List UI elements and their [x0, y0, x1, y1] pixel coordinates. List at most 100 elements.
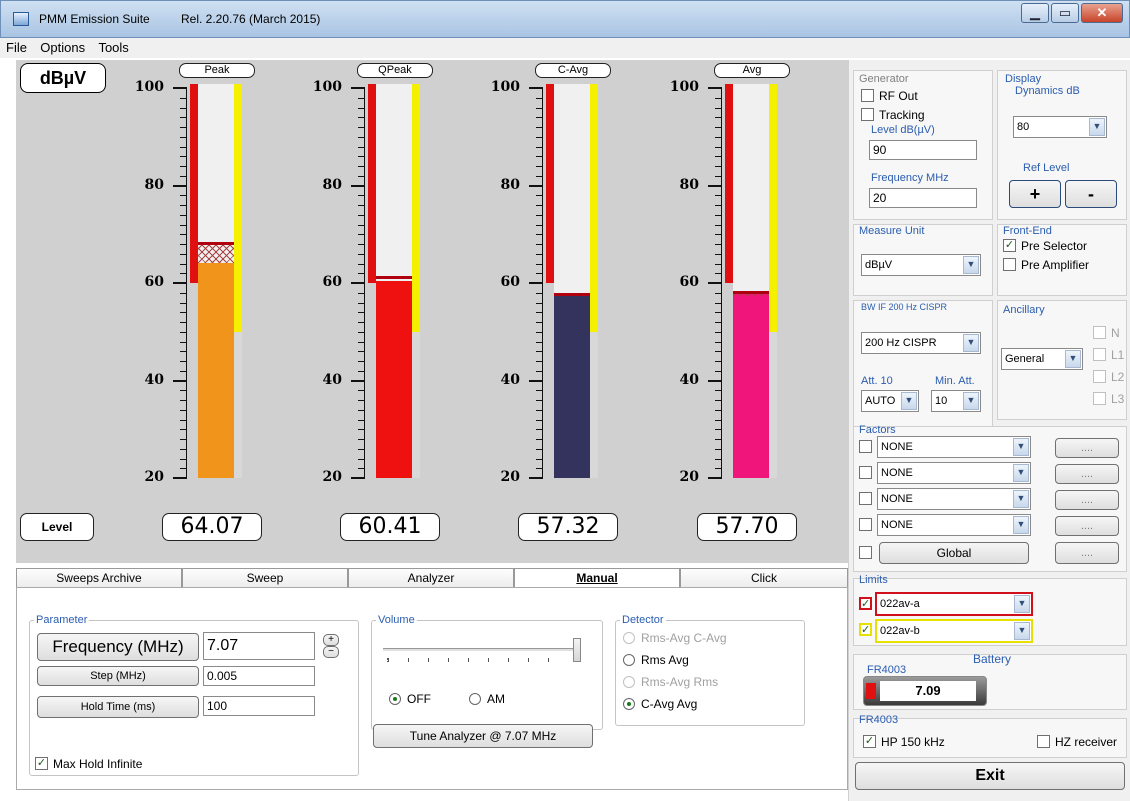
pre-amplifier-checkbox[interactable]	[1003, 258, 1016, 271]
ref-level-plus-button[interactable]: +	[1009, 180, 1061, 208]
menu-tools[interactable]: Tools	[94, 38, 132, 57]
minor-tick-1	[358, 458, 365, 460]
volume-off-radio[interactable]	[389, 693, 401, 705]
red-limit-strip-2	[546, 84, 554, 283]
value-display-2: 57.32	[518, 513, 618, 541]
detector-label-0[interactable]: Peak	[179, 63, 255, 78]
frequency-button[interactable]: Frequency (MHz)	[37, 633, 199, 661]
pre-selector-checkbox[interactable]: ✓	[1003, 239, 1016, 252]
limit-a-select[interactable]: 022av-a ▼	[875, 592, 1033, 616]
minor-tick-2	[536, 195, 543, 197]
att-title: Att. 10	[861, 375, 893, 387]
ref-level-minus-button[interactable]: -	[1065, 180, 1117, 208]
frequency-input[interactable]: 7.07	[203, 632, 315, 660]
att-value: AUTO	[865, 395, 896, 407]
gen-level-input[interactable]: 90	[869, 140, 977, 160]
factor-dots-button[interactable]: ....	[1055, 438, 1119, 458]
factor-dots-button[interactable]: ....	[1055, 464, 1119, 484]
tab-sweeps-archive[interactable]: Sweeps Archive	[16, 568, 182, 588]
limit-a-checkbox[interactable]: ✓	[859, 597, 872, 610]
scale-label-1-1: 80	[322, 176, 342, 193]
step-input[interactable]: 0.005	[203, 666, 315, 686]
level-button[interactable]: Level	[20, 513, 94, 541]
scale-label-1-0: 100	[312, 79, 342, 95]
maximize-icon[interactable]: ▭	[1051, 3, 1079, 23]
detector-label-2[interactable]: C-Avg	[535, 63, 611, 78]
global-checkbox[interactable]	[859, 546, 872, 559]
minor-tick-2	[536, 400, 543, 401]
minor-tick-1	[358, 341, 365, 343]
detector-rmsavg-cavg-radio[interactable]	[623, 632, 635, 644]
volume-am-radio[interactable]	[469, 693, 481, 705]
global-dots-button[interactable]: ....	[1055, 542, 1119, 564]
minor-tick-3	[715, 136, 722, 138]
tab-manual[interactable]: Manual	[514, 568, 680, 588]
minimize-icon[interactable]: ▁	[1021, 3, 1049, 23]
decrement-button[interactable]: −	[323, 646, 339, 658]
volume-slider-track[interactable]	[383, 648, 579, 651]
detector-label-1[interactable]: QPeak	[357, 63, 433, 78]
measure-unit-select[interactable]: dBµV ▼	[861, 254, 981, 276]
factor-checkbox[interactable]	[859, 440, 872, 453]
factor-checkbox[interactable]	[859, 518, 872, 531]
limit-b-checkbox[interactable]: ✓	[859, 623, 872, 636]
hz-receiver-checkbox[interactable]	[1037, 735, 1050, 748]
menu-file[interactable]: File	[2, 38, 31, 57]
detector-label-3[interactable]: Avg	[714, 63, 790, 78]
unit-label[interactable]: dBµV	[20, 63, 106, 93]
gen-level-title: Level dB(µV)	[871, 124, 935, 136]
major-tick-0-1	[173, 184, 187, 187]
major-tick-1-2	[351, 282, 365, 284]
bw-select[interactable]: 200 Hz CISPR ▼	[861, 332, 981, 354]
max-hold-marker-1	[376, 276, 412, 280]
factor-select[interactable]: NONE ▼	[877, 436, 1031, 458]
global-button[interactable]: Global	[879, 542, 1029, 564]
ancillary-select[interactable]: General ▼	[1001, 348, 1083, 370]
att-select[interactable]: AUTO ▼	[861, 390, 919, 412]
step-button[interactable]: Step (MHz)	[37, 666, 199, 686]
max-hold-marker-3	[733, 290, 769, 294]
detector-rmsavg-rms-radio[interactable]	[623, 676, 635, 688]
dynamics-select[interactable]: 80 ▼	[1013, 116, 1107, 138]
max-hold-checkbox[interactable]: ✓	[35, 757, 48, 770]
exit-button[interactable]: Exit	[855, 762, 1125, 790]
factor-checkbox[interactable]	[859, 466, 872, 479]
detector-cavg-avg-radio[interactable]	[623, 698, 635, 710]
factor-dots-button[interactable]: ....	[1055, 516, 1119, 536]
minor-tick-1	[358, 429, 365, 431]
limit-b-select[interactable]: 022av-b ▼	[875, 619, 1033, 643]
gen-frequency-input[interactable]: 20	[869, 188, 977, 208]
volume-slider-thumb[interactable]	[573, 638, 581, 662]
minor-tick-1	[358, 361, 365, 362]
factor-dots-button[interactable]: ....	[1055, 490, 1119, 510]
close-icon[interactable]: ✕	[1081, 3, 1123, 23]
tab-analyzer[interactable]: Analyzer	[348, 568, 514, 588]
tab-click[interactable]: Click	[680, 568, 848, 588]
tracking-checkbox[interactable]	[861, 108, 874, 121]
hold-time-input[interactable]: 100	[203, 696, 315, 716]
factor-select[interactable]: NONE ▼	[877, 514, 1031, 536]
min-att-select[interactable]: 10 ▼	[931, 390, 981, 412]
menu-options[interactable]: Options	[36, 38, 89, 57]
minor-tick-3	[715, 351, 722, 353]
minor-tick-2	[536, 127, 543, 128]
ancillary-l2-checkbox[interactable]	[1093, 370, 1106, 383]
ancillary-l1-checkbox[interactable]	[1093, 348, 1106, 361]
factor-select[interactable]: NONE ▼	[877, 462, 1031, 484]
tab-sweep[interactable]: Sweep	[182, 568, 348, 588]
increment-button[interactable]: +	[323, 634, 339, 646]
tune-analyzer-button[interactable]: Tune Analyzer @ 7.07 MHz	[373, 724, 593, 748]
hp-checkbox[interactable]: ✓	[863, 735, 876, 748]
ancillary-n-checkbox[interactable]	[1093, 326, 1106, 339]
factor-select[interactable]: NONE ▼	[877, 488, 1031, 510]
ancillary-l3-checkbox[interactable]	[1093, 392, 1106, 405]
rf-out-checkbox[interactable]	[861, 89, 874, 102]
measure-unit-value: dBµV	[865, 259, 893, 271]
minor-tick-2	[536, 439, 543, 440]
hold-time-button[interactable]: Hold Time (ms)	[37, 696, 199, 718]
meter-panel: dBµV Level Peak 100 80 60 40 20 64.07 QPeak 100 8…	[16, 60, 848, 563]
factor-checkbox[interactable]	[859, 492, 872, 505]
detector-rms-avg-radio[interactable]	[623, 654, 635, 666]
grey-strip-0	[234, 331, 242, 478]
minor-tick-2	[536, 156, 543, 158]
